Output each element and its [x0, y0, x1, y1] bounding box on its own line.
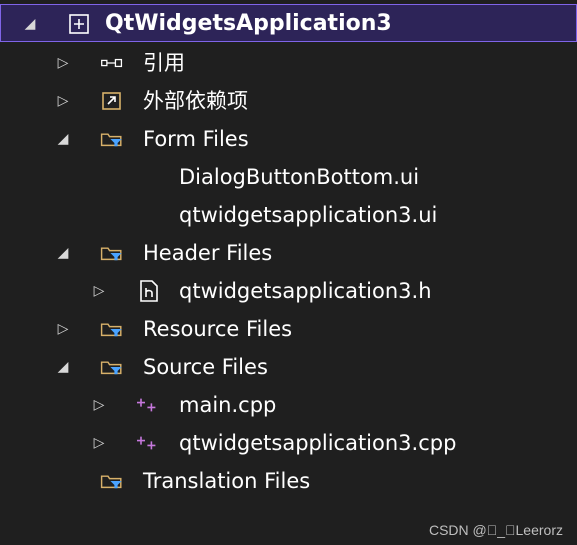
translation-files-label: Translation Files [143, 469, 311, 493]
tree-row-qtwidgets-cpp[interactable]: ▷ qtwidgetsapplication3.cpp [0, 424, 577, 462]
tree-row-external-dependencies[interactable]: ▷ 外部依赖项 [0, 82, 577, 120]
expand-arrow-right-icon[interactable]: ▷ [88, 386, 110, 424]
tree-row-main-cpp[interactable]: ▷ main.cpp [0, 386, 577, 424]
form-files-label: Form Files [143, 127, 249, 151]
source-files-label: Source Files [143, 355, 268, 379]
expand-arrow-down-icon[interactable]: ◢ [52, 348, 74, 386]
filter-folder-icon [100, 241, 124, 265]
references-icon [100, 51, 124, 75]
dialog-ui-label: DialogButtonBottom.ui [179, 165, 420, 189]
tree-row-references[interactable]: ▷ 引用 [0, 44, 577, 82]
tree-row-header-files[interactable]: ◢ Header Files [0, 234, 577, 272]
header-file-icon [137, 279, 161, 303]
filter-folder-icon [100, 127, 124, 151]
tree-row-header-file[interactable]: ▷ qtwidgetsapplication3.h [0, 272, 577, 310]
expand-arrow-right-icon[interactable]: ▷ [52, 44, 74, 82]
header-file-label: qtwidgetsapplication3.h [179, 279, 432, 303]
filter-folder-icon [100, 317, 124, 341]
external-dependencies-icon [100, 89, 124, 113]
qtwidgets-ui-label: qtwidgetsapplication3.ui [179, 203, 438, 227]
expand-arrow-down-icon[interactable]: ◢ [52, 234, 74, 272]
expand-arrow-right-icon[interactable]: ▷ [52, 310, 74, 348]
references-label: 引用 [143, 51, 185, 75]
tree-row-dialog-ui[interactable]: DialogButtonBottom.ui [0, 158, 577, 196]
external-dependencies-label: 外部依赖项 [143, 89, 248, 113]
tree-row-source-files[interactable]: ◢ Source Files [0, 348, 577, 386]
project-row[interactable]: ◢ QtWidgetsApplication3 [0, 4, 577, 42]
main-cpp-label: main.cpp [179, 393, 277, 417]
solution-explorer-tree: ◢ QtWidgetsApplication3 ▷ 引用 ▷ 外部依赖项 ◢ F… [0, 0, 577, 545]
tree-row-qtwidgets-ui[interactable]: qtwidgetsapplication3.ui [0, 196, 577, 234]
resource-files-label: Resource Files [143, 317, 293, 341]
tree-row-translation-files[interactable]: Translation Files [0, 462, 577, 500]
filter-folder-icon [100, 355, 124, 379]
project-icon [67, 12, 91, 36]
expand-arrow-right-icon[interactable]: ▷ [88, 272, 110, 310]
cpp-file-icon [137, 393, 161, 417]
filter-folder-icon [100, 469, 124, 493]
expand-arrow-right-icon[interactable]: ▷ [52, 82, 74, 120]
tree-row-form-files[interactable]: ◢ Form Files [0, 120, 577, 158]
expand-arrow-down-icon[interactable]: ◢ [52, 120, 74, 158]
qtwidgets-cpp-label: qtwidgetsapplication3.cpp [179, 431, 457, 455]
expand-arrow-down-icon[interactable]: ◢ [19, 5, 41, 43]
watermark: CSDN @ _ Leerorz [428, 522, 563, 538]
expand-arrow-right-icon[interactable]: ▷ [88, 424, 110, 462]
project-label: QtWidgetsApplication3 [105, 11, 392, 36]
tree-row-resource-files[interactable]: ▷ Resource Files [0, 310, 577, 348]
cpp-file-icon [137, 431, 161, 455]
header-files-label: Header Files [143, 241, 273, 265]
